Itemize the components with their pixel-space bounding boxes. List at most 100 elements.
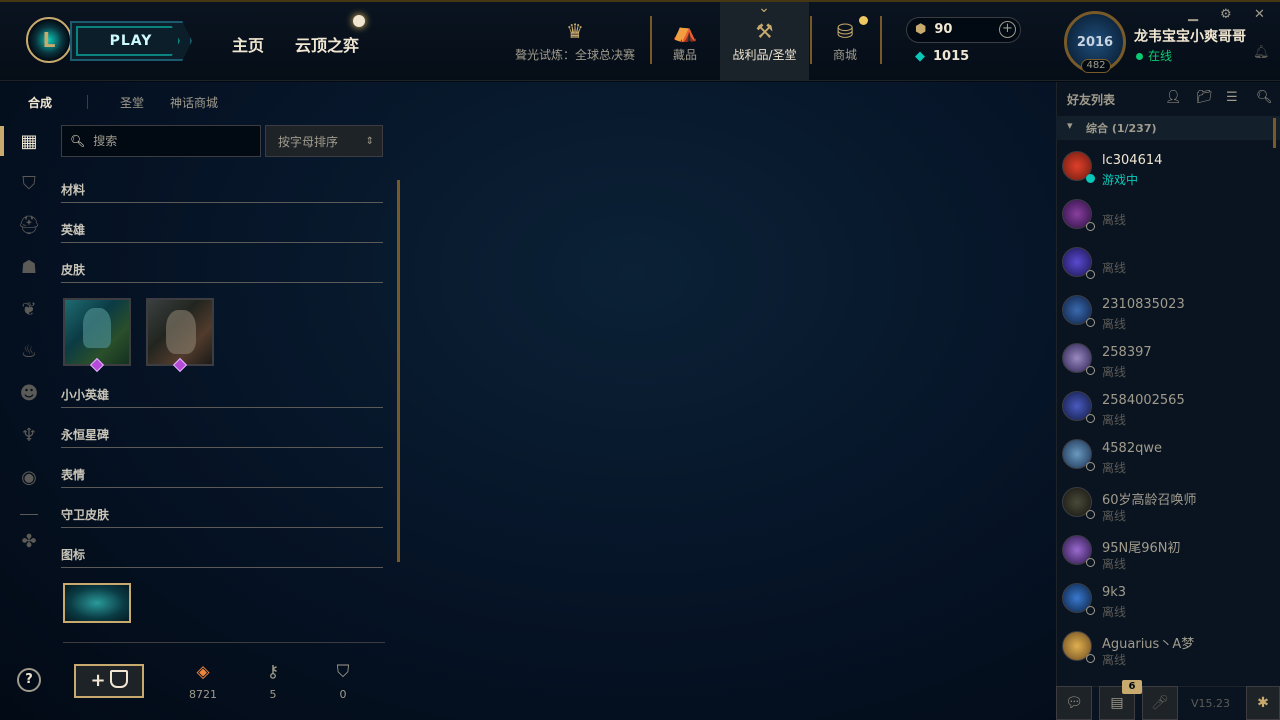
category-eternals[interactable]: 永恒星碑 bbox=[61, 426, 383, 448]
chest-counter: ⛉ 0 bbox=[318, 660, 368, 701]
friend-name: 2584002565 bbox=[1102, 393, 1185, 408]
sort-dropdown[interactable]: 按字母排序 ⇕ bbox=[265, 125, 383, 157]
orange-essence-counter: ◈ 8721 bbox=[178, 660, 228, 701]
friend-item[interactable]: 95N尾96N初 离线 bbox=[1056, 528, 1274, 576]
rp-icon: ⬢ bbox=[915, 22, 927, 37]
nav-tft[interactable]: 云顶之弈 bbox=[295, 32, 359, 56]
friend-item[interactable]: 离线 bbox=[1056, 192, 1274, 240]
status-dot bbox=[1086, 366, 1095, 375]
rp-display[interactable]: ⬢ 90 + bbox=[906, 17, 1021, 43]
loot-item-skin[interactable] bbox=[63, 298, 131, 366]
close-icon[interactable]: ✕ bbox=[1254, 7, 1265, 22]
friend-status: 离线 bbox=[1102, 213, 1127, 227]
loot-scrollbar[interactable] bbox=[397, 180, 400, 562]
other-icon[interactable]: ✤ bbox=[16, 528, 42, 554]
help-button[interactable]: ? bbox=[17, 668, 41, 692]
friend-status: 离线 bbox=[1102, 509, 1127, 523]
friend-status: 离线 bbox=[1102, 461, 1127, 475]
eternals-flame-icon[interactable]: ♨ bbox=[16, 338, 42, 364]
active-chevron-icon: ⌄ bbox=[758, 0, 770, 16]
loot-item-skin[interactable] bbox=[146, 298, 214, 366]
ward-icon[interactable]: ♆ bbox=[16, 422, 42, 448]
tab-craft[interactable]: 合成 bbox=[28, 94, 52, 111]
friend-name: 4582qwe bbox=[1102, 441, 1162, 456]
friend-status: 离线 bbox=[1102, 557, 1127, 571]
event-nav[interactable]: ♛ 聱光试炼：全球总决赛 bbox=[512, 2, 638, 80]
search-box[interactable]: 🔍︎ bbox=[61, 125, 261, 157]
chat-icon[interactable]: 💬︎ bbox=[1056, 686, 1092, 720]
league-logo[interactable]: L bbox=[26, 17, 72, 63]
list-view-icon[interactable]: ☰ bbox=[1226, 90, 1238, 105]
category-tacticians[interactable]: 小小英雄 bbox=[61, 386, 383, 408]
play-button[interactable]: PLAY bbox=[70, 21, 192, 61]
champion-helmet-icon[interactable]: ⛑ bbox=[16, 212, 42, 238]
friend-item[interactable]: 258397 离线 bbox=[1056, 336, 1274, 384]
category-emotes[interactable]: 表情 bbox=[61, 466, 383, 488]
friend-item[interactable]: Aguarius丶A梦 离线 bbox=[1056, 624, 1274, 672]
friend-item[interactable]: 2310835023 离线 bbox=[1056, 288, 1274, 336]
client-version: V15.23 bbox=[1191, 697, 1231, 710]
category-skins[interactable]: 皮肤 bbox=[61, 261, 383, 283]
player-name[interactable]: 龙韦宝宝小爽哥哥 bbox=[1134, 26, 1246, 46]
notification-bell-icon[interactable]: 🔔︎ bbox=[1253, 45, 1270, 60]
friend-name: 258397 bbox=[1102, 345, 1152, 360]
add-friend-icon[interactable]: 👤︎ bbox=[1165, 90, 1182, 105]
status-dot bbox=[1086, 222, 1095, 231]
status-dot bbox=[1086, 558, 1095, 567]
craft-chest-button[interactable]: + bbox=[74, 664, 144, 698]
friend-item[interactable]: 4582qwe 离线 bbox=[1056, 432, 1274, 480]
tab-mythic-shop[interactable]: 神话商城 bbox=[170, 94, 218, 111]
skin-mask-icon[interactable]: ☗ bbox=[16, 254, 42, 280]
tactician-icon[interactable]: ❦ bbox=[16, 296, 42, 322]
add-rp-icon[interactable]: + bbox=[999, 21, 1016, 38]
filter-divider bbox=[20, 514, 38, 515]
rp-row: ⬢ 90 bbox=[915, 22, 952, 37]
friend-status: 游戏中 bbox=[1102, 173, 1139, 187]
collection-nav[interactable]: ⛺ 藏品 bbox=[656, 2, 714, 80]
loot-item-icon[interactable] bbox=[63, 583, 131, 623]
chest-icon bbox=[109, 670, 128, 688]
logo-glyph: L bbox=[42, 28, 56, 52]
bug-report-icon[interactable]: ✱ bbox=[1246, 686, 1280, 720]
friend-item[interactable]: 9k3 离线 bbox=[1056, 576, 1274, 624]
status-dot bbox=[1086, 654, 1095, 663]
nav-home[interactable]: 主页 bbox=[232, 32, 264, 56]
friend-item[interactable]: 60岁高龄召唤师 离线 bbox=[1056, 480, 1274, 528]
player-status[interactable]: 在线 bbox=[1136, 47, 1172, 64]
sort-label: 按字母排序 bbox=[278, 134, 339, 149]
status-dot bbox=[1086, 606, 1095, 615]
friend-name: Aguarius丶A梦 bbox=[1102, 637, 1195, 652]
search-input[interactable] bbox=[93, 134, 254, 148]
unread-badge: 6 bbox=[1122, 680, 1142, 694]
emote-face-icon[interactable]: ☻ bbox=[16, 380, 42, 406]
store-nav[interactable]: ⛁ 商城 bbox=[816, 2, 874, 80]
category-ward-skins[interactable]: 守卫皮肤 bbox=[61, 506, 383, 528]
category-icons[interactable]: 图标 bbox=[61, 546, 383, 568]
chest-icon[interactable]: ⛉ bbox=[16, 170, 42, 196]
friend-status: 离线 bbox=[1102, 413, 1127, 427]
search-icon[interactable]: 🔍︎ bbox=[1256, 90, 1273, 105]
skin-art bbox=[83, 308, 111, 348]
add-folder-icon[interactable]: 📁︎ bbox=[1196, 90, 1213, 105]
backpack-icon: ⛺ bbox=[672, 18, 698, 43]
loot-hammer-icon: ⚒ bbox=[755, 18, 774, 43]
friend-status: 离线 bbox=[1102, 605, 1127, 619]
profile-icon-filter[interactable]: ◉ bbox=[16, 464, 42, 490]
chest-value: 0 bbox=[339, 688, 347, 701]
friend-group-header[interactable]: 综合 (1/237) bbox=[1056, 116, 1280, 140]
all-grid-icon[interactable]: ▦ bbox=[16, 128, 42, 154]
play-label: PLAY bbox=[109, 33, 153, 49]
friend-item[interactable]: 2584002565 离线 bbox=[1056, 384, 1274, 432]
level-badge: 482 bbox=[1081, 59, 1111, 73]
microphone-icon[interactable]: 🎤︎ bbox=[1142, 686, 1178, 720]
tab-sanctum[interactable]: 圣堂 bbox=[120, 94, 144, 111]
worlds-trophy-icon: ♛ bbox=[566, 18, 584, 43]
category-champions[interactable]: 英雄 bbox=[61, 221, 383, 243]
settings-gear-icon[interactable]: ⚙ bbox=[1220, 7, 1232, 22]
friend-item[interactable]: 离线 bbox=[1056, 240, 1274, 288]
friend-item[interactable]: lc304614 游戏中 bbox=[1056, 144, 1274, 192]
minimize-icon[interactable]: ▁ bbox=[1188, 7, 1198, 22]
active-filter-indicator bbox=[0, 126, 4, 156]
category-materials[interactable]: 材料 bbox=[61, 181, 383, 203]
list-divider bbox=[63, 642, 385, 643]
